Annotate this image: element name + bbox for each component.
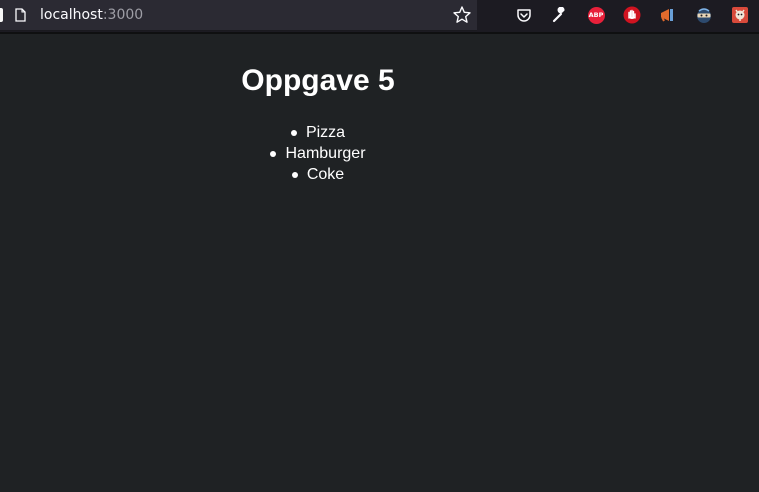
list-item-label: Hamburger — [285, 145, 366, 162]
bookmark-star-icon[interactable] — [452, 5, 472, 25]
list-item: Hamburger — [168, 143, 468, 164]
list-item-label: Coke — [306, 166, 345, 183]
adblock-label: ABP — [587, 6, 605, 24]
food-list: Pizza Hamburger Coke — [168, 122, 468, 185]
urlbar-edge — [0, 8, 3, 22]
url-port: :3000 — [102, 7, 144, 23]
adblock-plus-icon[interactable]: ABP — [586, 5, 606, 25]
url-text[interactable]: localhost:3000 — [40, 6, 143, 24]
app-root: Oppgave 5 Pizza Hamburger Coke — [168, 34, 468, 185]
pocket-icon[interactable] — [514, 5, 534, 25]
page-content: Oppgave 5 Pizza Hamburger Coke — [0, 34, 759, 492]
list-item: Pizza — [168, 122, 468, 143]
browser-toolbar: localhost:3000 ABP — [0, 0, 759, 32]
megaphone-icon[interactable] — [658, 5, 678, 25]
ninja-icon[interactable] — [694, 5, 714, 25]
bullet — [290, 129, 297, 136]
ublock-icon[interactable] — [622, 5, 642, 25]
page-title: Oppgave 5 — [241, 64, 395, 97]
list-item: Coke — [168, 164, 468, 185]
extension-icon[interactable] — [730, 5, 750, 25]
page-icon — [15, 7, 26, 22]
list-item-label: Pizza — [305, 124, 346, 141]
bullet — [291, 171, 298, 178]
bullet — [270, 150, 277, 157]
wrench-icon[interactable] — [550, 5, 570, 25]
url-host: localhost — [40, 7, 103, 23]
url-bar[interactable]: localhost:3000 — [0, 0, 477, 31]
